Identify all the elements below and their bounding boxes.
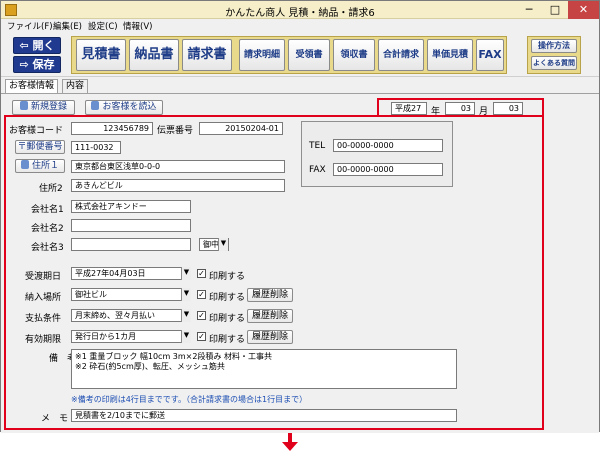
menu-info[interactable]: 情報(V) [123,20,152,32]
notes-line: ※1 重量ブロック 幅10cm 3m×2段積み 材料・工事共 [75,352,273,361]
save-icon: ⇨ [19,58,33,71]
notes-help-text: ※備考の印刷は4行目までです。（合計請求書の場合は1行目まで） [71,395,308,404]
delivery-place-field[interactable]: 御社ビル [71,288,191,301]
invoice-button[interactable]: 請求書 [182,39,232,71]
postal-code-field[interactable]: 111-0032 [71,141,121,154]
print-label: 印刷する [209,314,246,324]
chevron-down-icon[interactable]: ▼ [181,288,191,301]
memo-label: メ モ [41,414,69,424]
valid-period-history-clear-button[interactable]: 履歴削除 [247,330,293,344]
company1-label: 会社名1 [31,205,64,215]
load-customer-button[interactable]: お客様を読込 [85,100,163,115]
menu-edit[interactable]: 編集(E) [53,20,82,32]
postal-icon: 〒 [17,142,27,152]
fax-field[interactable]: 00-0000-0000 [333,163,443,176]
receipt-button[interactable]: 領収書 [333,39,375,71]
unit-price-estimate-button[interactable]: 単価見積 [427,39,473,71]
print-label: 印刷する [209,293,246,303]
payment-terms-print-checkbox[interactable]: ✓ [197,311,206,320]
delivery-deadline-label: 受渡期日 [25,272,62,282]
delivery-deadline-print-checkbox[interactable]: ✓ [197,269,206,278]
address1-button[interactable]: 住所１ [15,159,65,173]
new-registration-button[interactable]: 新規登録 [12,100,75,115]
chevron-down-icon[interactable]: ▼ [181,330,191,343]
year-label: 年 [431,107,441,117]
slip-number-label: 伝票番号 [157,126,194,136]
delivery-place-history-clear-button[interactable]: 履歴削除 [247,288,293,302]
manual-button[interactable]: 操作方法 [531,39,577,53]
memo-field[interactable]: 見積書を2/10までに郵送 [71,409,457,422]
title-bar: かんたん商人 見積・納品・請求6 ─ □ ✕ [1,1,599,19]
chevron-down-icon[interactable]: ▼ [218,238,228,251]
folder-icon: ⇦ [19,39,33,52]
tel-label: TEL [309,141,326,151]
total-invoice-button[interactable]: 合計請求 [378,39,424,71]
delivery-deadline-field[interactable]: 平成27年04月03日 [71,267,191,280]
open-button[interactable]: ⇦ 開く [13,37,61,54]
notes-line: ※2 砕石(約5cm厚)、転圧、メッシュ筋共 [75,362,225,371]
valid-period-print-checkbox[interactable]: ✓ [197,332,206,341]
print-label: 印刷する [209,335,246,345]
address1-field[interactable]: 東京都台東区浅草0-0-0 [71,160,285,173]
slip-number-field[interactable]: 20150204-01 [199,122,283,135]
save-button[interactable]: ⇨ 保存 [13,56,61,73]
tab-customer-info[interactable]: お客様情報 [5,79,59,93]
maximize-button[interactable]: □ [542,1,568,19]
close-button[interactable]: ✕ [568,1,599,19]
print-label: 印刷する [209,272,246,282]
toolbar: ⇦ 開く ⇨ 保存 見積書 納品書 請求書 請求明細 受領書 領収書 合計請求 … [1,33,599,77]
company2-field[interactable] [71,219,191,232]
month-field[interactable]: 03 [445,102,475,115]
tab-strip: お客様情報 内容 [1,79,599,93]
fax-label: FAX [309,165,326,175]
tel-field[interactable]: 00-0000-0000 [333,139,443,152]
menu-file[interactable]: ファイル(F) [7,20,53,32]
address2-label: 住所2 [39,184,63,194]
person-icon [91,101,100,110]
estimate-button[interactable]: 見積書 [76,39,126,71]
fax-button[interactable]: FAX [476,39,504,71]
postal-code-button[interactable]: 〒郵便番号 [15,140,65,154]
chevron-down-icon[interactable]: ▼ [181,267,191,280]
valid-period-field[interactable]: 発行日から1カ月 [71,330,191,343]
chevron-down-icon[interactable]: ▼ [181,309,191,322]
company3-label: 会社名3 [31,243,64,253]
payment-terms-label: 支払条件 [25,314,62,324]
notes-textarea[interactable]: ※1 重量ブロック 幅10cm 3m×2段積み 材料・工事共 ※2 砕石(約5c… [71,349,457,389]
address2-field[interactable]: あきんどビル [71,179,285,192]
day-field[interactable]: 03 [493,102,523,115]
faq-button[interactable]: よくある質問 [531,56,577,70]
invoice-detail-button[interactable]: 請求明細 [239,39,285,71]
minimize-button[interactable]: ─ [516,1,542,19]
valid-period-label: 有効期限 [25,335,62,345]
contact-panel [301,121,453,187]
month-label: 月 [479,107,489,117]
delivery-place-print-checkbox[interactable]: ✓ [197,290,206,299]
menu-bar: ファイル(F) 編集(E) 設定(C) 情報(V) [1,19,599,33]
person-icon [19,101,28,110]
delivery-slip-button[interactable]: 納品書 [129,39,179,71]
tab-content[interactable]: 内容 [62,79,89,93]
era-field[interactable]: 平成27 [391,102,427,115]
receipt-acknowledgement-button[interactable]: 受領書 [288,39,330,71]
app-window: かんたん商人 見積・納品・請求6 ─ □ ✕ ファイル(F) 編集(E) 設定(… [0,0,600,433]
company2-label: 会社名2 [31,224,64,234]
arrow-down-icon [282,433,298,451]
house-icon [20,160,29,169]
window-title: かんたん商人 見積・納品・請求6 [225,8,375,19]
menu-settings[interactable]: 設定(C) [88,20,118,32]
company3-field[interactable] [71,238,191,251]
payment-terms-history-clear-button[interactable]: 履歴削除 [247,309,293,323]
customer-code-label: お客様コード [9,126,64,136]
company1-field[interactable]: 株式会社アキンドー [71,200,191,213]
delivery-place-label: 納入場所 [25,293,62,303]
customer-code-field[interactable]: 123456789 [71,122,153,135]
payment-terms-field[interactable]: 月末締め、翌々月払い [71,309,191,322]
